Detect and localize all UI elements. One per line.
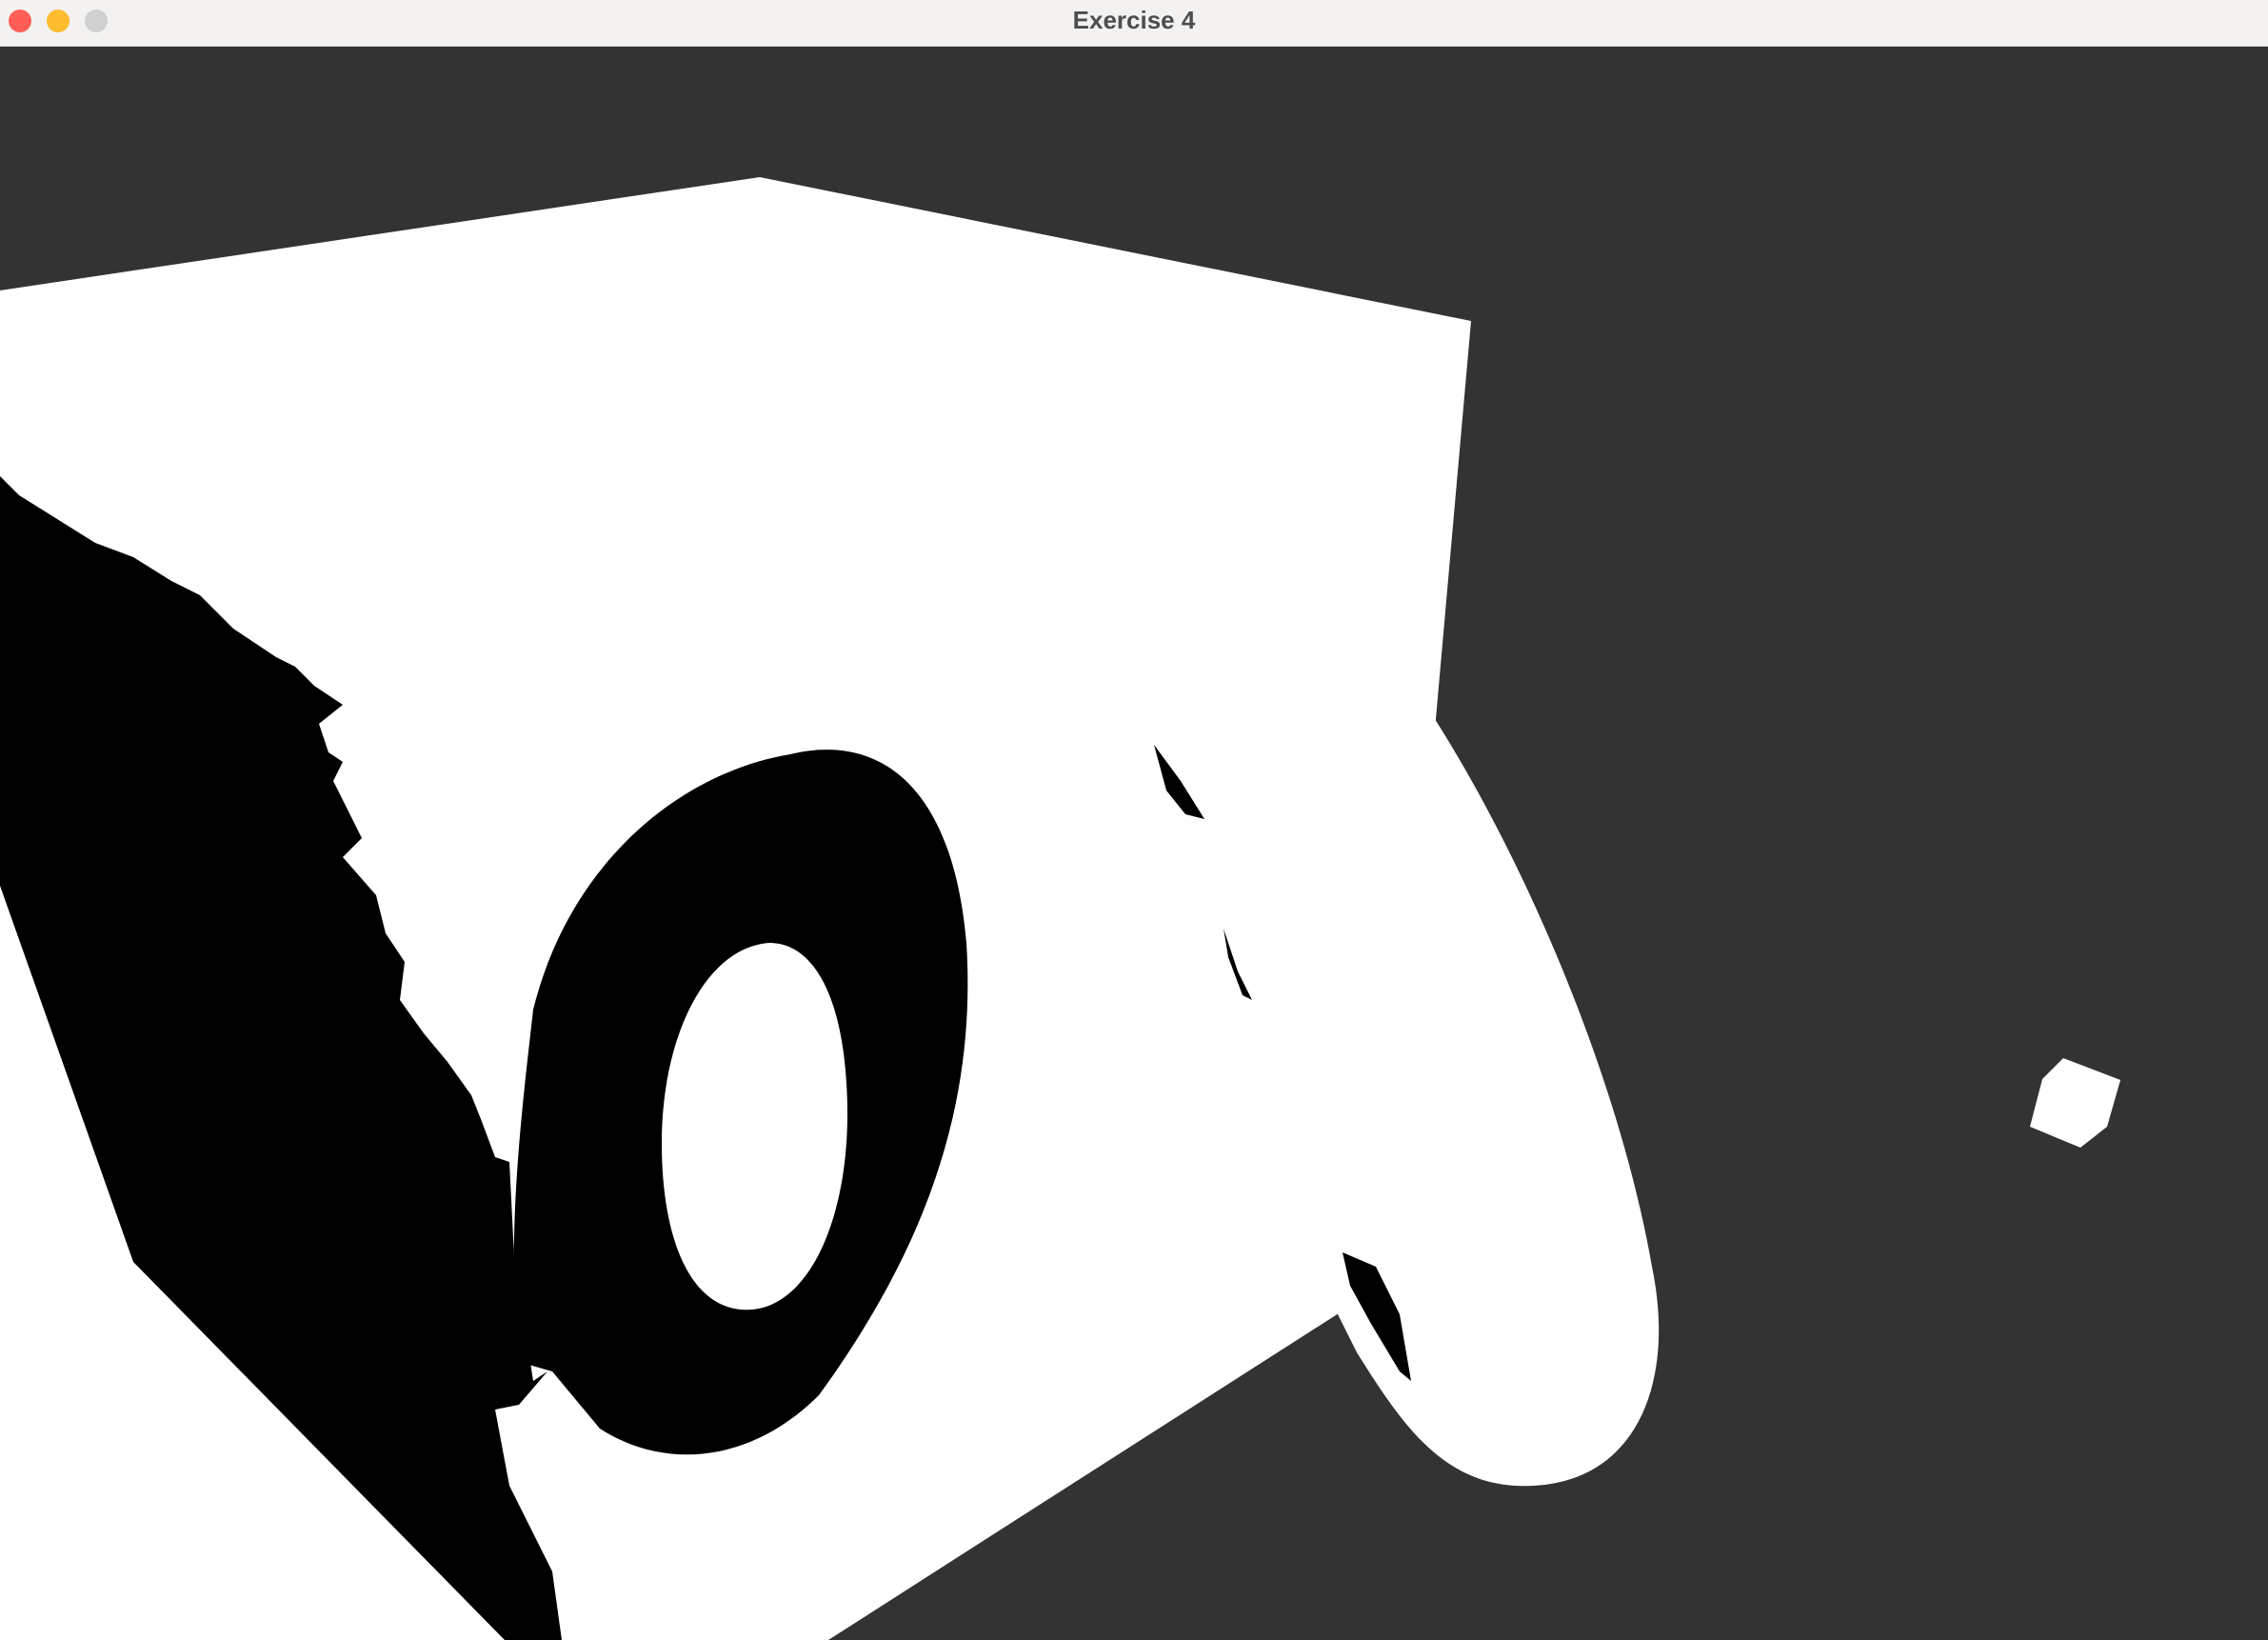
render-viewport[interactable] xyxy=(0,48,2268,1640)
scene-canvas xyxy=(0,48,2268,1640)
app-window: Exercise 4 xyxy=(0,0,2268,1640)
window-title: Exercise 4 xyxy=(1072,6,1196,34)
title-bar[interactable]: Exercise 4 xyxy=(0,0,2268,47)
